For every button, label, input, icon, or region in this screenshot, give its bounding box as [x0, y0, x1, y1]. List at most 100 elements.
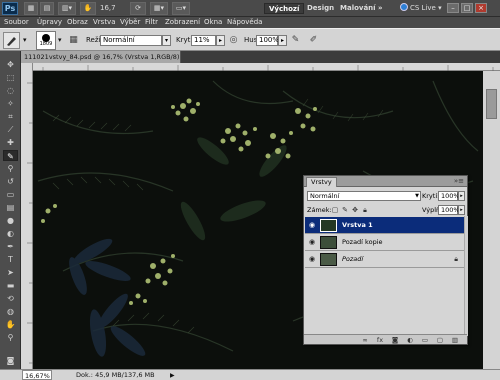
layer-thumbnail: [320, 253, 337, 266]
menu-view[interactable]: Zobrazení: [165, 17, 200, 28]
pen-tool-icon[interactable]: ✒: [3, 241, 18, 252]
brush-dropdown-arrow[interactable]: ▾: [23, 36, 27, 45]
blend-mode-select[interactable]: Normální: [100, 35, 162, 46]
lock-all-icon[interactable]: 🔒︎: [361, 206, 369, 214]
chevron-down-icon: ▼: [415, 193, 419, 199]
minimize-button[interactable]: –: [447, 3, 459, 13]
menu-window[interactable]: Okna: [204, 17, 222, 28]
lock-pixels-icon[interactable]: ✎: [341, 206, 349, 214]
path-selection-tool-icon[interactable]: ➤: [3, 267, 18, 278]
rotate-view-button[interactable]: ⟳: [130, 2, 146, 15]
airbrush-icon[interactable]: ✎: [290, 35, 301, 46]
layer-opacity-input[interactable]: 100%: [438, 191, 460, 201]
menu-help[interactable]: Nápověda: [227, 17, 262, 28]
flow-input[interactable]: 100%: [256, 35, 279, 46]
menu-file[interactable]: Soubor: [4, 17, 29, 28]
lock-transparency-icon[interactable]: ▢: [331, 206, 339, 214]
eraser-tool-icon[interactable]: ▭: [3, 189, 18, 200]
shape-tool-icon[interactable]: ▬: [3, 280, 18, 291]
vertical-scrollbar[interactable]: [483, 71, 500, 369]
layer-row[interactable]: ◉ Pozadí kopie: [305, 234, 464, 251]
visibility-eye-icon[interactable]: ◉: [307, 238, 317, 247]
blur-tool-icon[interactable]: ●: [3, 215, 18, 226]
3d-orbit-tool-icon[interactable]: ◍: [3, 306, 18, 317]
brush-size-value: 1809: [39, 41, 53, 47]
panel-menu-icon[interactable]: »≡: [454, 177, 464, 186]
brush-tool-icon[interactable]: ✎: [3, 150, 18, 161]
history-brush-tool-icon[interactable]: ↺: [3, 176, 18, 187]
maximize-button[interactable]: □: [461, 3, 473, 13]
zoom-level[interactable]: 16,7: [100, 3, 126, 14]
type-tool-icon[interactable]: T: [3, 254, 18, 265]
layer-blend-mode-value: Normální: [310, 192, 340, 200]
fill-input[interactable]: 100%: [438, 205, 460, 215]
flow-slider-arrow[interactable]: ▸: [278, 35, 287, 46]
horizontal-ruler[interactable]: [33, 63, 500, 71]
trash-icon[interactable]: ▥: [450, 335, 460, 345]
status-menu-arrow[interactable]: ▶: [170, 371, 175, 380]
opacity-input[interactable]: 11%: [191, 35, 216, 46]
brush-panel-icon[interactable]: ▦: [68, 35, 79, 46]
document-tab[interactable]: 111021vstvy_84.psd @ 16,7% (Vrstva 1,RGB…: [21, 51, 181, 63]
workspace-design[interactable]: Design: [307, 3, 334, 14]
lasso-tool-icon[interactable]: ◌: [3, 85, 18, 96]
move-tool-icon[interactable]: ✥: [3, 59, 18, 70]
menu-filter[interactable]: Filtr: [145, 17, 158, 28]
cs-live-menu[interactable]: CS Live ▾: [400, 3, 442, 14]
vertical-ruler[interactable]: [21, 63, 33, 369]
group-icon[interactable]: ▭: [420, 335, 430, 345]
eyedropper-tool-icon[interactable]: ⟋: [3, 124, 18, 135]
quick-mask-icon[interactable]: ◙: [3, 355, 18, 366]
layers-panel-footer: ∞ fx ◙ ◐ ▭ ▢ ▥: [304, 334, 467, 344]
status-zoom-input[interactable]: 16,67%: [22, 370, 52, 380]
close-button[interactable]: ×: [475, 3, 487, 13]
layer-opacity-arrow[interactable]: ▸: [458, 191, 465, 201]
layer-row[interactable]: ◉ Vrstva 1: [305, 217, 464, 234]
workspace-painting[interactable]: Malování: [340, 3, 376, 14]
hand-tool-icon[interactable]: ✋: [3, 319, 18, 330]
3d-rotate-tool-icon[interactable]: ⟲: [3, 293, 18, 304]
hand-tool-button[interactable]: ✋: [80, 2, 96, 15]
menu-edit[interactable]: Úpravy: [37, 17, 62, 28]
dodge-tool-icon[interactable]: ◐: [3, 228, 18, 239]
arrange-documents-button[interactable]: ▦▾: [150, 2, 168, 15]
healing-brush-tool-icon[interactable]: ✚: [3, 137, 18, 148]
crop-tool-icon[interactable]: ⌗: [3, 111, 18, 122]
mini-bridge-button[interactable]: ▤: [40, 2, 54, 15]
layer-row[interactable]: ◉ Pozadí 🔒︎: [305, 251, 464, 268]
menu-layer[interactable]: Vrstva: [93, 17, 116, 28]
link-icon[interactable]: ∞: [360, 335, 370, 345]
fx-icon[interactable]: fx: [375, 335, 385, 345]
zoom-tool-icon[interactable]: ⚲: [3, 332, 18, 343]
layers-tab[interactable]: Vrstvy: [306, 177, 337, 187]
marquee-tool-icon[interactable]: ⬚: [3, 72, 18, 83]
visibility-eye-icon[interactable]: ◉: [307, 255, 317, 264]
new-layer-icon[interactable]: ▢: [435, 335, 445, 345]
fill-arrow[interactable]: ▸: [458, 205, 465, 215]
layers-scrollbar[interactable]: [464, 216, 468, 336]
cs-live-icon: [400, 3, 408, 11]
bridge-button[interactable]: ▦: [24, 2, 38, 15]
workspace-default[interactable]: Výchozí: [264, 3, 305, 14]
lock-position-icon[interactable]: ✥: [351, 206, 359, 214]
adjustment-icon[interactable]: ◐: [405, 335, 415, 345]
blend-mode-arrow[interactable]: ▾: [162, 35, 171, 46]
clone-stamp-tool-icon[interactable]: ⚲: [3, 163, 18, 174]
opacity-slider-arrow[interactable]: ▸: [216, 35, 225, 46]
layer-blend-mode-select[interactable]: Normální ▼: [307, 191, 421, 201]
view-extras-button[interactable]: ▥▾: [58, 2, 76, 15]
visibility-eye-icon[interactable]: ◉: [307, 221, 317, 230]
pressure-opacity-icon[interactable]: ◎: [228, 35, 239, 46]
menu-image[interactable]: Obraz: [67, 17, 88, 28]
tool-preset-picker[interactable]: [3, 32, 20, 49]
screen-mode-button[interactable]: ▭▾: [172, 2, 190, 15]
quick-select-tool-icon[interactable]: ✧: [3, 98, 18, 109]
brush-size-arrow[interactable]: ▾: [58, 36, 62, 45]
menu-select[interactable]: Výběr: [120, 17, 140, 28]
more-workspaces-button[interactable]: »: [378, 3, 383, 14]
gradient-tool-icon[interactable]: ▤: [3, 202, 18, 213]
brush-size-preview[interactable]: 1809: [36, 31, 56, 50]
mask-icon[interactable]: ◙: [390, 335, 400, 345]
pressure-size-icon[interactable]: ✐: [308, 35, 319, 46]
scroll-thumb[interactable]: [486, 89, 497, 119]
